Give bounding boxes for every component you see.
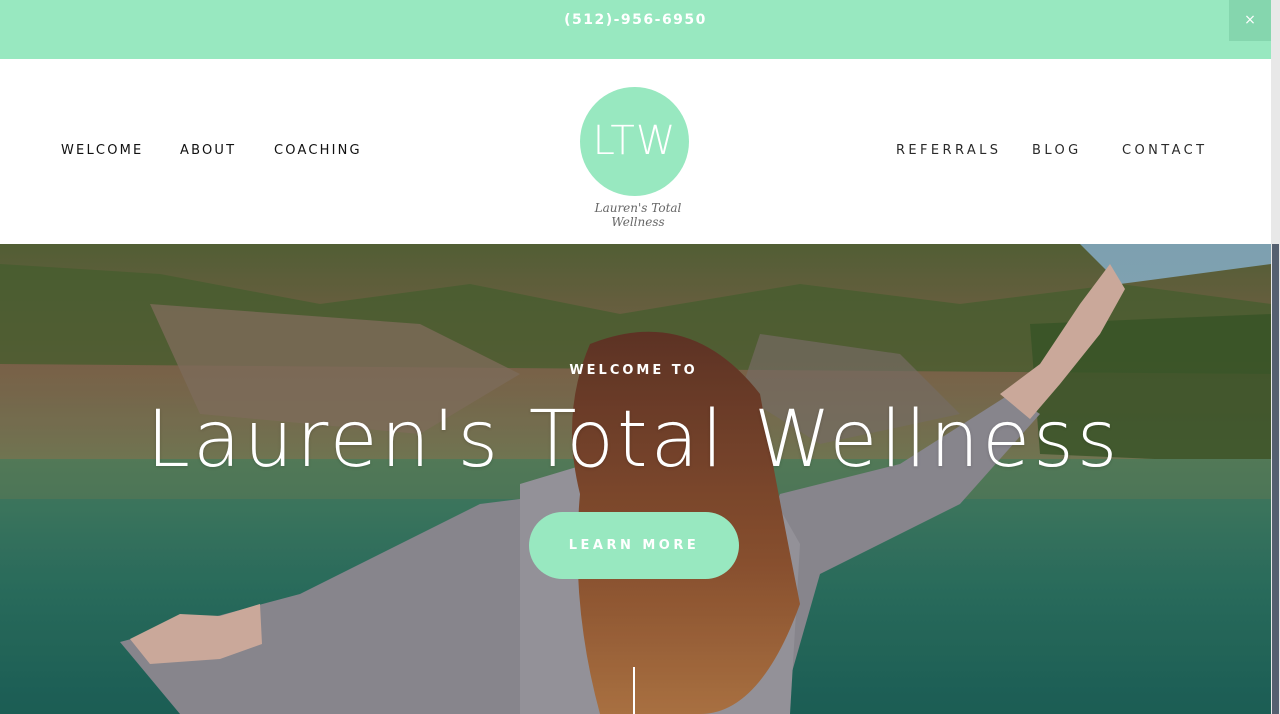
page-scrollbar-thumb[interactable]	[1272, 244, 1279, 714]
nav-contact[interactable]: CONTACT	[1122, 143, 1207, 159]
logo-monogram: LTW	[580, 87, 689, 196]
learn-more-button[interactable]: LEARN MORE	[529, 512, 739, 579]
hero-eyebrow: WELCOME TO	[569, 363, 698, 378]
close-announcement-button[interactable]: ×	[1229, 0, 1271, 41]
nav-about[interactable]: ABOUT	[180, 143, 236, 159]
hero-section: WELCOME TO Lauren's Total Wellness LEARN…	[0, 244, 1271, 714]
nav-welcome[interactable]: WELCOME	[61, 143, 143, 159]
scroll-down-indicator[interactable]	[633, 667, 635, 714]
phone-number-link[interactable]: (512)-956-6950	[0, 0, 1271, 40]
nav-referrals[interactable]: REFERRALS	[896, 143, 1001, 159]
nav-coaching[interactable]: COACHING	[274, 143, 362, 159]
site-logo[interactable]: LTW Lauren's Total Wellness	[570, 85, 710, 229]
hero-title: Lauren's Total Wellness	[146, 395, 1121, 485]
logo-script-text: Lauren's Total Wellness	[594, 201, 682, 229]
announcement-bar: (512)-956-6950 ×	[0, 0, 1271, 59]
nav-blog[interactable]: BLOG	[1032, 143, 1082, 159]
site-header: WELCOME ABOUT COACHING LTW Lauren's Tota…	[0, 59, 1271, 244]
page-scrollbar[interactable]	[1271, 0, 1280, 714]
